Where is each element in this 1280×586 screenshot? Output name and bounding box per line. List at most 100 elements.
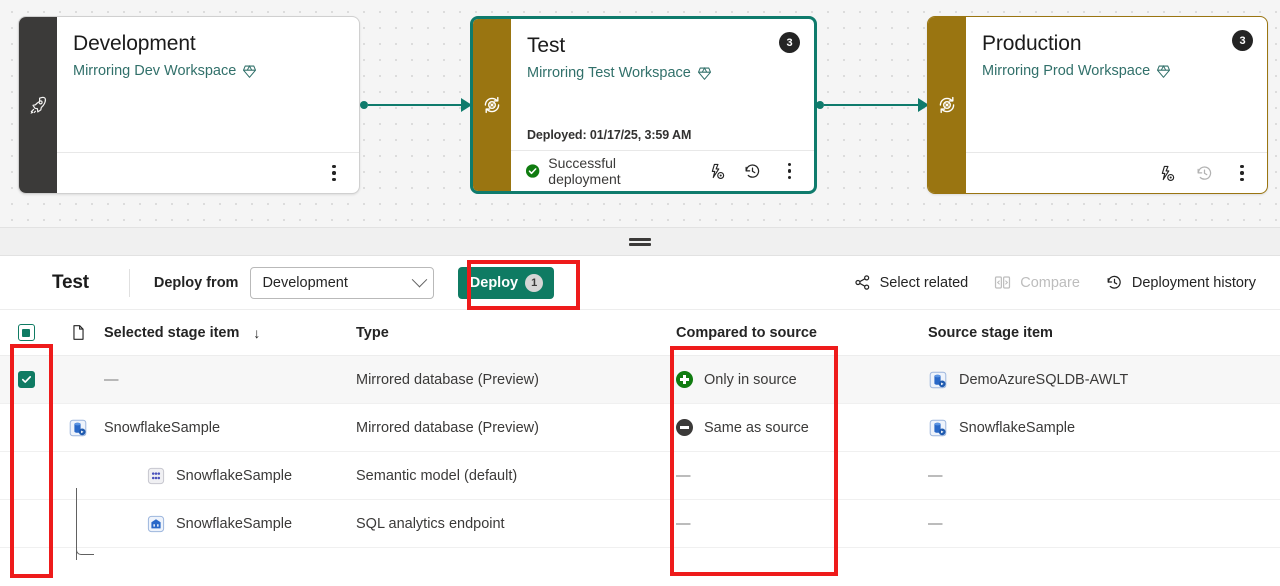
mirrored-database-icon <box>928 370 948 390</box>
row-compared-to-source-label: — <box>676 516 691 532</box>
document-icon <box>70 324 87 341</box>
deploy-button-label: Deploy <box>470 275 518 291</box>
row-type: Mirrored database (Preview) <box>356 372 676 388</box>
stage-item-count-badge: 3 <box>1232 30 1253 51</box>
row-source-stage-item: DemoAzureSQLDB-AWLT <box>928 370 1280 390</box>
row-compared-to-source: Same as source <box>676 419 928 436</box>
table-row[interactable]: — Mirrored database (Preview) Only in so… <box>0 356 1280 404</box>
panel-splitter[interactable] <box>0 228 1280 256</box>
stage-workspace-link[interactable]: Mirroring Dev Workspace <box>73 63 343 79</box>
toolbar-divider <box>129 269 130 297</box>
stage-card-development[interactable]: Development Mirroring Dev Workspace <box>18 16 360 194</box>
chevron-down-icon <box>412 272 428 288</box>
sql-analytics-endpoint-icon <box>146 514 166 534</box>
fabric-diamond-icon <box>697 66 712 81</box>
deploy-count-badge: 1 <box>525 274 543 292</box>
stage-workspace-link[interactable]: Mirroring Test Workspace <box>527 65 798 81</box>
stage-workspace-label: Mirroring Test Workspace <box>527 65 691 81</box>
stage-main-development: Development Mirroring Dev Workspace <box>57 17 359 152</box>
stage-title: Production <box>982 31 1251 57</box>
stage-more-options-button-test[interactable] <box>775 156 804 186</box>
deployment-rules-button-production[interactable] <box>1151 158 1181 188</box>
mirrored-database-icon <box>928 418 948 438</box>
header-compared-to-source[interactable]: Compared to source <box>676 325 928 341</box>
row-source-stage-item-label: SnowflakeSample <box>959 420 1075 436</box>
deployment-status-label: Successful deployment <box>548 155 686 187</box>
splitter-grip-icon[interactable] <box>629 238 651 246</box>
sync-stage-icon <box>936 94 958 116</box>
stage-main-test: Test Mirroring Test Workspace 3 Deployed… <box>511 19 814 150</box>
deployment-history-button[interactable]: Deployment history <box>1106 274 1256 291</box>
stage-body-production: Production Mirroring Prod Workspace 3 <box>966 17 1267 193</box>
row-checkbox[interactable] <box>18 515 35 532</box>
table-row[interactable]: SnowflakeSample Semantic model (default)… <box>0 452 1280 500</box>
compare-button: Compare <box>994 274 1080 291</box>
indeterminate-mark-icon <box>22 329 30 337</box>
stage-rail-production <box>928 17 966 193</box>
deployment-toolbar: Test Deploy from Development Deploy 1 Se… <box>0 256 1280 310</box>
connector-start-dot <box>360 101 368 109</box>
fabric-diamond-icon <box>1156 64 1171 79</box>
app-root: Development Mirroring Dev Workspace <box>0 0 1280 586</box>
row-checkbox[interactable] <box>18 419 35 436</box>
row-source-stage-item: — <box>928 516 1280 532</box>
row-type: Semantic model (default) <box>356 468 676 484</box>
stage-workspace-link[interactable]: Mirroring Prod Workspace <box>982 63 1251 79</box>
select-related-share-icon <box>854 274 871 291</box>
stage-footer-development <box>57 152 359 193</box>
deployment-rules-button-test[interactable] <box>702 156 731 186</box>
stage-item-count-badge: 3 <box>779 32 800 53</box>
select-all-checkbox[interactable] <box>18 324 35 341</box>
compare-label: Compare <box>1020 275 1080 291</box>
row-compared-to-source-label: — <box>676 468 691 484</box>
stage-card-test[interactable]: Test Mirroring Test Workspace 3 Deployed… <box>470 16 817 194</box>
compare-icon <box>994 274 1011 291</box>
row-selected-stage-item: — <box>104 372 356 388</box>
stage-more-options-button-production[interactable] <box>1227 158 1257 188</box>
deployment-history-button-test[interactable] <box>739 156 768 186</box>
deploy-from-select[interactable]: Development <box>250 267 434 299</box>
row-compared-to-source: Only in source <box>676 371 928 388</box>
table-row[interactable]: SnowflakeSample SQL analytics endpoint —… <box>0 500 1280 548</box>
table-row[interactable]: SnowflakeSample Mirrored database (Previ… <box>0 404 1280 452</box>
rocket-icon <box>28 95 48 115</box>
header-type[interactable]: Type <box>356 325 676 341</box>
fabric-diamond-icon <box>242 64 257 79</box>
row-selected-stage-item: SnowflakeSample <box>104 466 356 486</box>
row-source-stage-item: — <box>928 468 1280 484</box>
stage-body-test: Test Mirroring Test Workspace 3 Deployed… <box>511 19 814 191</box>
only-in-source-icon <box>676 371 693 388</box>
select-related-button[interactable]: Select related <box>854 274 969 291</box>
stage-more-options-button-development[interactable] <box>319 158 349 188</box>
row-selected-stage-item-label: SnowflakeSample <box>176 516 292 532</box>
more-vertical-icon <box>788 163 792 180</box>
stage-footer-test: Successful deployment <box>511 150 814 191</box>
stage-footer-production <box>966 152 1267 193</box>
same-as-source-icon <box>676 419 693 436</box>
header-compared-to-source-label: Compared to source <box>676 325 817 341</box>
connector-line <box>368 104 461 107</box>
row-select-cell <box>0 515 52 532</box>
stage-body-development: Development Mirroring Dev Workspace <box>57 17 359 193</box>
sort-descending-icon: ↓ <box>253 325 260 341</box>
connector-test-to-production <box>816 98 929 112</box>
row-compared-to-source-label: Only in source <box>704 372 797 388</box>
stage-title: Development <box>73 31 343 57</box>
deployment-history-button-production <box>1189 158 1219 188</box>
header-selected-stage-item[interactable]: Selected stage item ↓ <box>104 325 356 341</box>
header-select-all-cell <box>0 324 52 341</box>
header-source-stage-item[interactable]: Source stage item <box>928 325 1280 341</box>
row-type: Mirrored database (Preview) <box>356 420 676 436</box>
row-checkbox[interactable] <box>18 371 35 388</box>
deploy-from-selected-value: Development <box>262 275 414 291</box>
deploy-button[interactable]: Deploy 1 <box>458 267 554 299</box>
stage-rail-test <box>473 19 511 191</box>
row-checkbox[interactable] <box>18 467 35 484</box>
stage-card-production[interactable]: Production Mirroring Prod Workspace 3 <box>927 16 1268 194</box>
row-selected-stage-item: SnowflakeSample <box>104 420 356 436</box>
stage-deployed-timestamp: Deployed: 01/17/25, 3:59 AM <box>527 128 691 142</box>
header-item-icon-cell <box>52 324 104 341</box>
history-clock-icon <box>743 162 762 181</box>
deployment-history-label: Deployment history <box>1132 275 1256 291</box>
stage-rail-development <box>19 17 57 193</box>
